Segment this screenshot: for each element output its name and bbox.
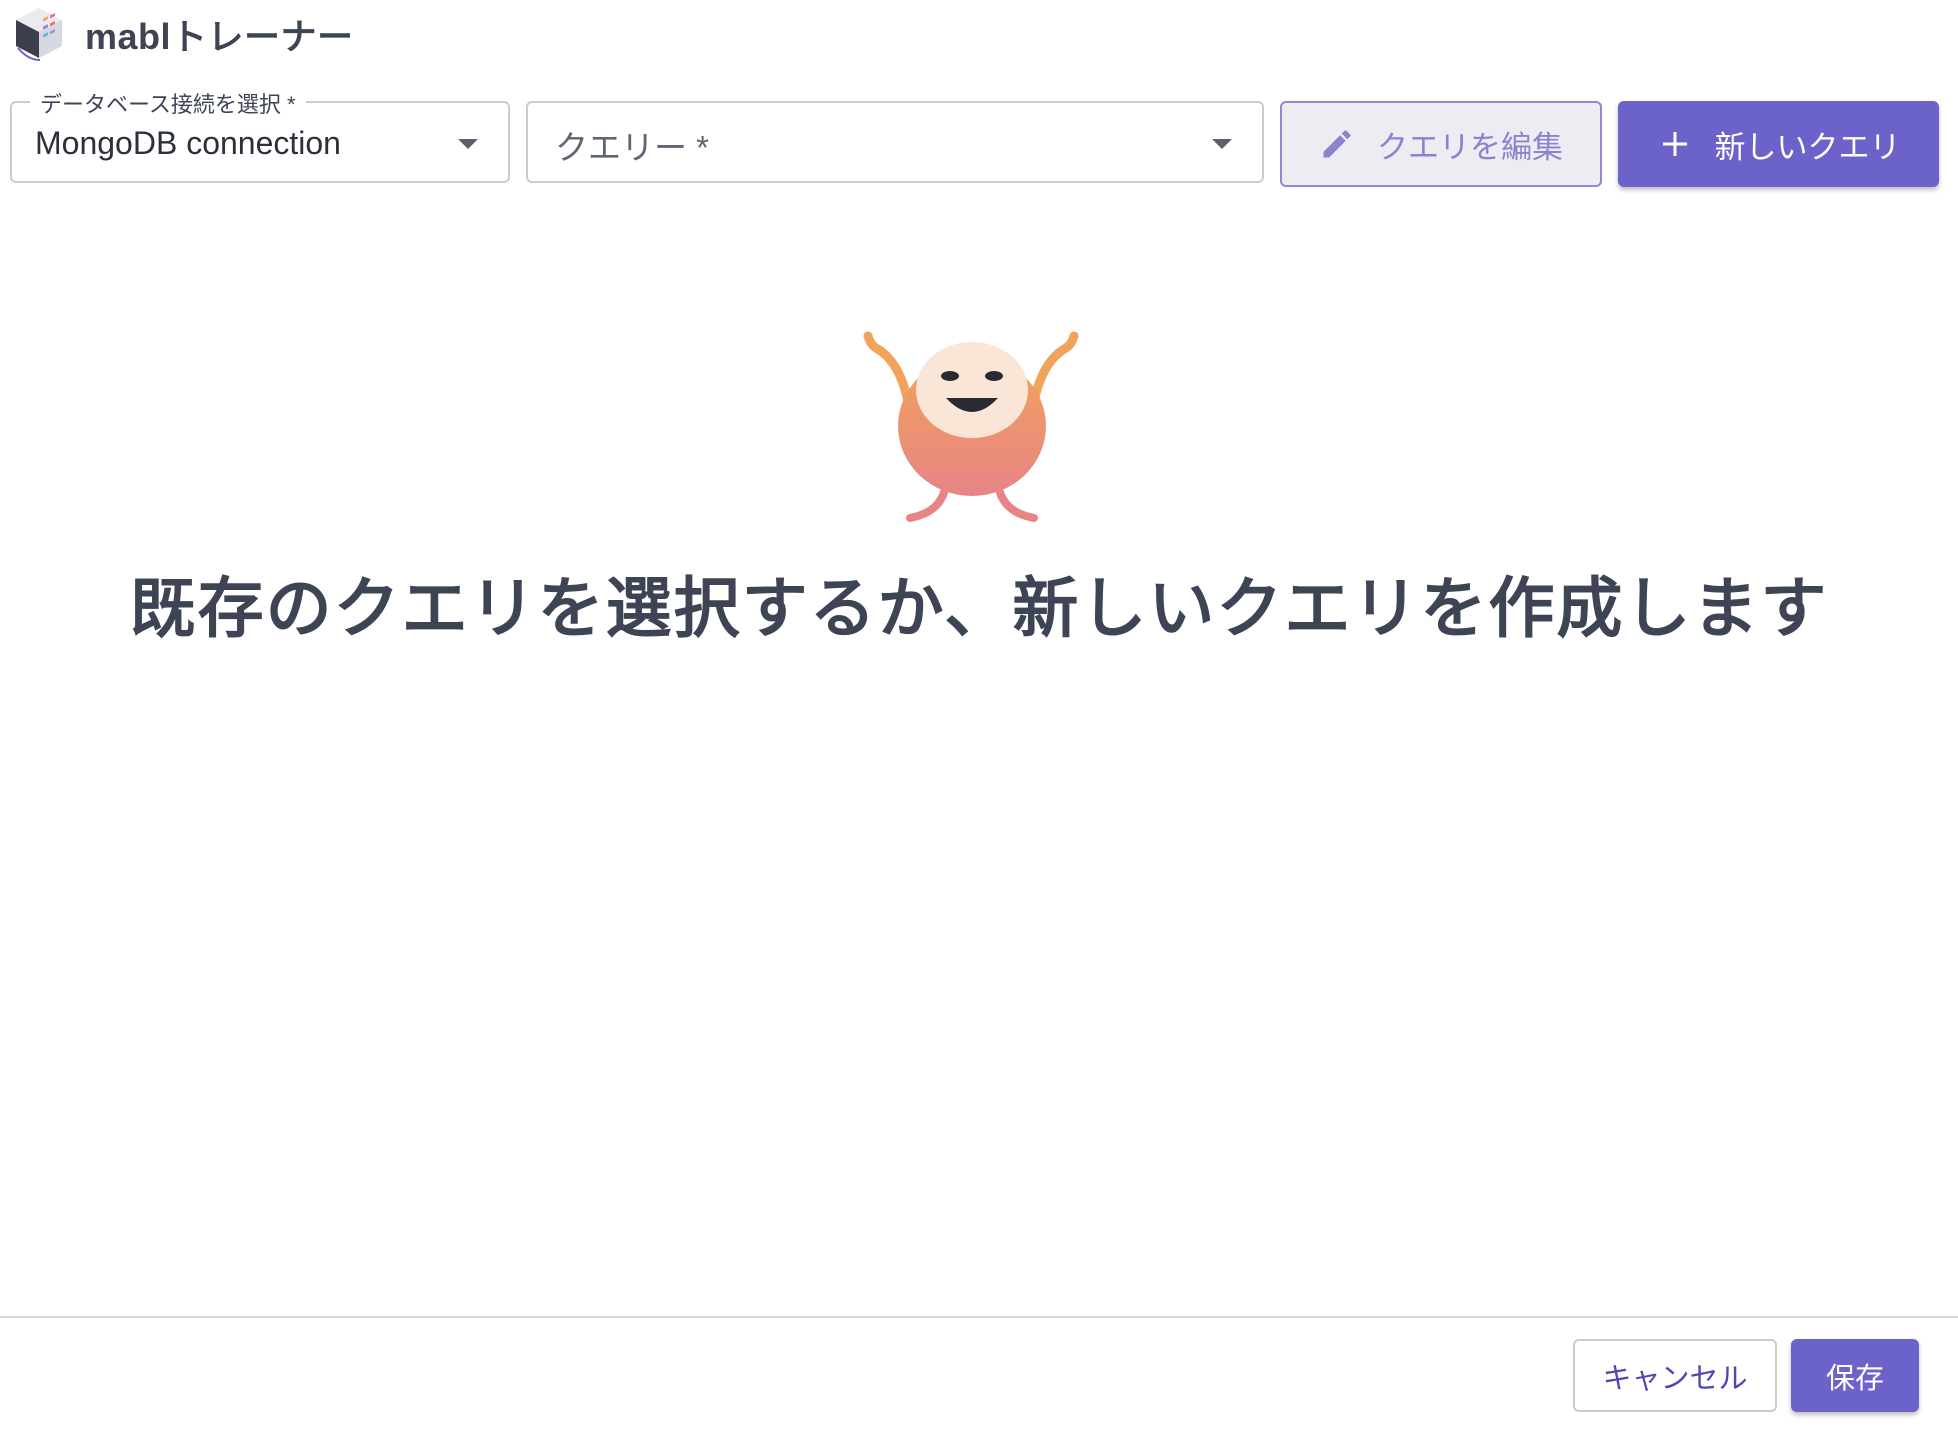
- empty-state-message: 既存のクエリを選択するか、新しいクエリを作成します: [129, 571, 1829, 645]
- mabl-cube-logo-icon: [16, 8, 62, 61]
- edit-query-label: クエリを編集: [1377, 129, 1563, 165]
- plus-icon: [1662, 132, 1687, 156]
- mabl-trainer-window: mablトレーナー データベース接続を選択 * MongoDB connecti…: [0, 0, 1958, 1430]
- cancel-button[interactable]: キャンセル: [1573, 1339, 1777, 1412]
- new-query-button[interactable]: 新しいクエリ: [1618, 101, 1939, 187]
- footer-divider: [0, 1316, 1958, 1318]
- database-connection-label: データベース接続を選択 *: [30, 87, 306, 119]
- database-connection-value: MongoDB connection: [35, 125, 341, 161]
- database-connection-select[interactable]: データベース接続を選択 * MongoDB connection: [10, 87, 510, 183]
- app-header: mablトレーナー: [0, 0, 1958, 66]
- app-title: mablトレーナー: [85, 16, 354, 57]
- save-button[interactable]: 保存: [1791, 1339, 1919, 1412]
- query-select-placeholder: クエリー *: [555, 129, 710, 166]
- pencil-icon: [1323, 130, 1351, 158]
- edit-query-button[interactable]: クエリを編集: [1280, 101, 1602, 187]
- query-select[interactable]: クエリー *: [526, 101, 1264, 183]
- chevron-down-icon[interactable]: [1212, 139, 1232, 149]
- mabl-mascot-illustration: [863, 331, 1079, 522]
- new-query-label: 新しいクエリ: [1714, 129, 1901, 165]
- chevron-down-icon[interactable]: [458, 139, 478, 149]
